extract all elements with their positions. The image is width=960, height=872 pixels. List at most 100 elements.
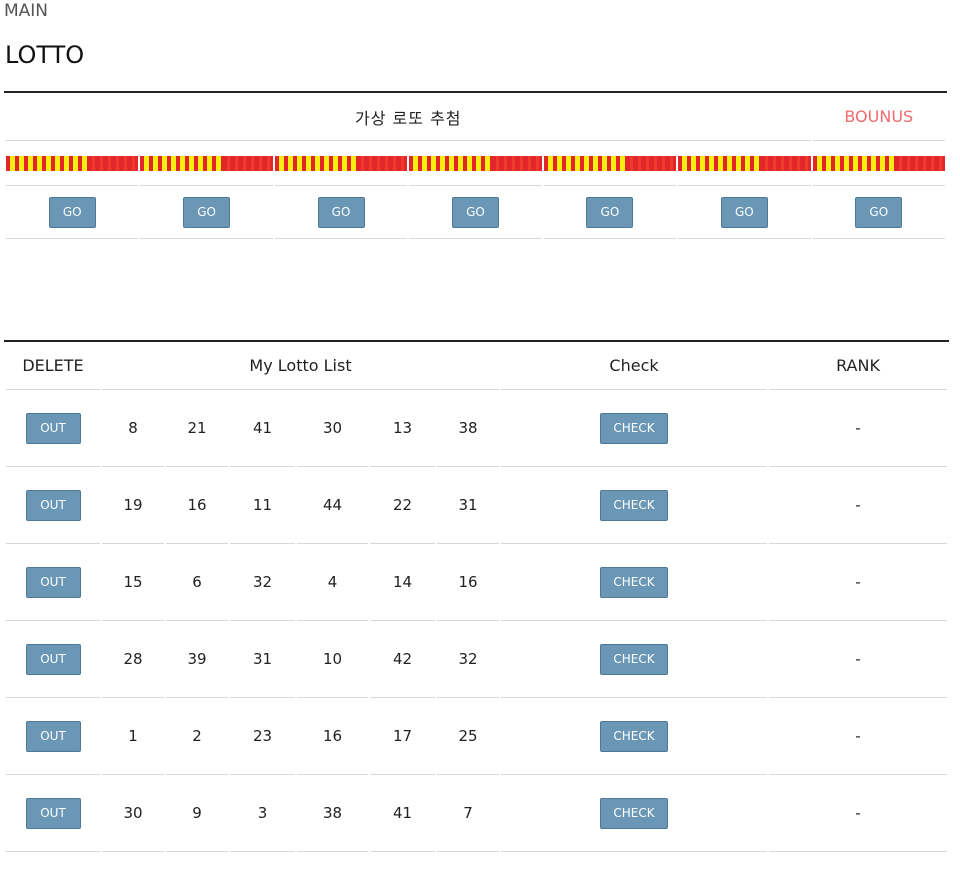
check-button[interactable]: CHECK [600,797,669,829]
go-cell: GO [274,186,408,239]
go-cell: GO [6,186,139,239]
lotto-number: 19 [102,467,164,544]
lotto-number: 25 [437,698,500,775]
rolling-ball-stripe [274,155,408,171]
go-button[interactable]: GO [451,196,499,228]
lotto-number: 16 [166,467,228,544]
check-button[interactable]: CHECK [600,643,669,675]
lotto-number: 32 [437,621,500,698]
out-button[interactable]: OUT [25,566,81,598]
out-button[interactable]: OUT [25,643,81,675]
out-button[interactable]: OUT [25,797,81,829]
go-button[interactable]: GO [720,196,768,228]
go-cell: GO [678,186,811,239]
go-cell: GO [409,186,542,239]
delete-cell: OUT [6,544,100,621]
check-cell: CHECK [501,621,768,698]
lotto-number: 4 [297,544,368,621]
go-button[interactable]: GO [317,196,365,228]
go-button[interactable]: GO [586,196,634,228]
lotto-list-table: DELETE My Lotto List Check RANK OUT 8 21 41… [4,340,950,852]
lotto-number: 17 [370,698,435,775]
header-rank: RANK [769,342,948,390]
delete-cell: OUT [6,467,100,544]
lotto-row: OUT 1 2 23 16 17 25 CHECK - [6,698,948,775]
rolling-ball-stripe [812,155,945,171]
lotto-number: 10 [297,621,368,698]
lotto-number: 14 [370,544,435,621]
nav-main-link[interactable]: MAIN [4,1,48,21]
bonus-ball-slot [812,141,945,186]
out-button[interactable]: OUT [25,720,81,752]
rolling-ball-stripe [6,155,139,171]
check-button[interactable]: CHECK [600,412,669,444]
lotto-number: 38 [437,390,500,467]
lotto-number: 15 [102,544,164,621]
delete-cell: OUT [6,621,100,698]
lotto-number: 23 [230,698,295,775]
lotto-number: 1 [102,698,164,775]
lotto-number: 30 [297,390,368,467]
delete-cell: OUT [6,775,100,852]
check-cell: CHECK [501,544,768,621]
go-cell: GO [812,186,945,239]
go-button[interactable]: GO [855,196,903,228]
lotto-row: OUT 30 9 3 38 41 7 CHECK - [6,775,948,852]
check-button[interactable]: CHECK [600,720,669,752]
delete-cell: OUT [6,390,100,467]
check-cell: CHECK [501,467,768,544]
lotto-number: 13 [370,390,435,467]
lotto-number: 3 [230,775,295,852]
lotto-number: 9 [166,775,228,852]
bonus-label: BOUNUS [812,93,945,141]
go-cell: GO [543,186,677,239]
lotto-number: 2 [166,698,228,775]
rolling-ball-stripe [409,155,542,171]
out-button[interactable]: OUT [25,412,81,444]
lotto-number: 38 [297,775,368,852]
rank-value: - [769,467,948,544]
rank-value: - [769,775,948,852]
lotto-number: 41 [230,390,295,467]
lotto-number: 16 [297,698,368,775]
check-button[interactable]: CHECK [600,489,669,521]
check-cell: CHECK [501,775,768,852]
lotto-number: 21 [166,390,228,467]
ball-slot [140,141,273,186]
lotto-number: 42 [370,621,435,698]
rank-value: - [769,698,948,775]
header-check: Check [501,342,768,390]
lotto-number: 8 [102,390,164,467]
header-my-lotto-list: My Lotto List [102,342,500,390]
ball-slot [6,141,139,186]
lotto-number: 6 [166,544,228,621]
lotto-number: 11 [230,467,295,544]
lotto-number: 31 [437,467,500,544]
go-button[interactable]: GO [183,196,231,228]
ball-slot [543,141,677,186]
out-button[interactable]: OUT [25,489,81,521]
rank-value: - [769,390,948,467]
check-button[interactable]: CHECK [600,566,669,598]
rolling-ball-stripe [678,155,811,171]
rank-value: - [769,544,948,621]
lotto-number: 32 [230,544,295,621]
page-title: LOTTO [5,41,85,69]
check-cell: CHECK [501,390,768,467]
lotto-row: OUT 28 39 31 10 42 32 CHECK - [6,621,948,698]
go-cell: GO [140,186,273,239]
lotto-number: 22 [370,467,435,544]
ball-slot [274,141,408,186]
lotto-number: 41 [370,775,435,852]
lotto-number: 30 [102,775,164,852]
go-button[interactable]: GO [48,196,96,228]
lotto-number: 28 [102,621,164,698]
lotto-number: 16 [437,544,500,621]
rank-value: - [769,621,948,698]
ball-slot [409,141,542,186]
lotto-row: OUT 19 16 11 44 22 31 CHECK - [6,467,948,544]
lotto-row: OUT 8 21 41 30 13 38 CHECK - [6,390,948,467]
draw-title: 가상 로또 추첨 [6,93,811,141]
lotto-number: 39 [166,621,228,698]
lotto-number: 44 [297,467,368,544]
